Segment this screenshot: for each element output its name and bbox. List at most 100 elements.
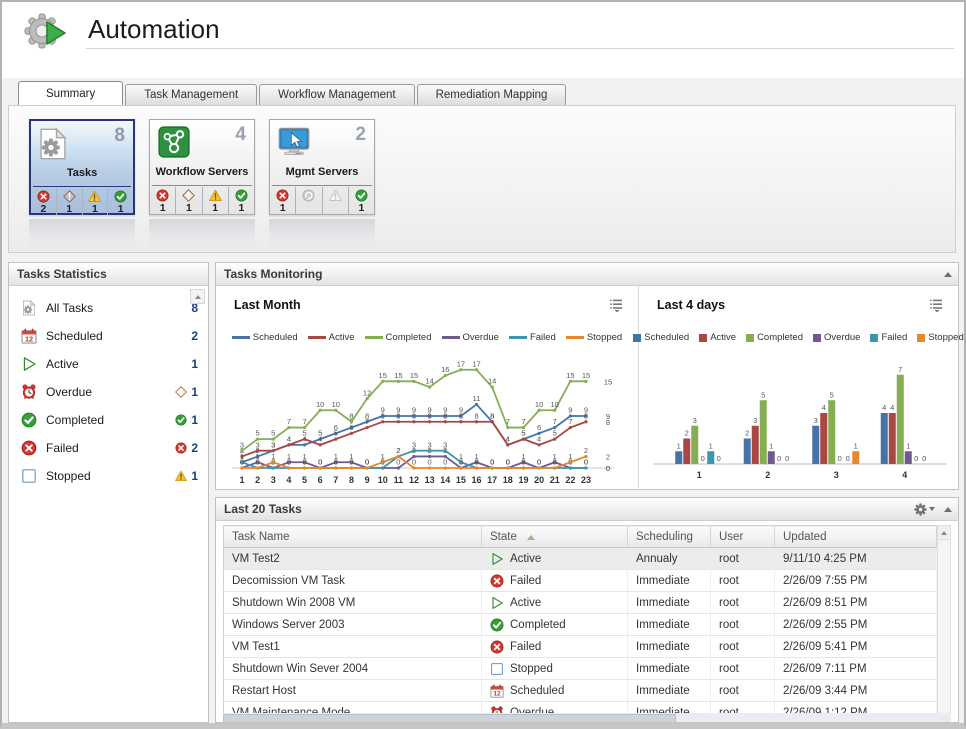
tasks-document-gear-icon [39, 127, 67, 161]
last-4-days-title: Last 4 days [657, 298, 725, 312]
mgmt-servers-card[interactable]: 2 Mgmt Servers 1 1 [269, 119, 375, 215]
table-row[interactable]: Shutdown Win 2008 VMActiveImmediateroot2… [224, 592, 937, 614]
warning-icon [209, 189, 222, 202]
sidebar-scroll-up-button[interactable] [190, 289, 205, 304]
table-horizontal-scrollbar[interactable] [223, 713, 951, 722]
legend-item: Completed [746, 332, 803, 343]
svg-text:0: 0 [349, 458, 353, 467]
table-settings-button[interactable] [914, 503, 935, 516]
user-cell: root [711, 658, 775, 680]
svg-text:8: 8 [459, 411, 463, 420]
scheduling-cell: Immediate [628, 658, 711, 680]
workflow-servers-card[interactable]: 4 Workflow Servers 1 1 1 1 [149, 119, 255, 215]
svg-text:0: 0 [777, 454, 781, 463]
svg-text:15: 15 [456, 475, 466, 485]
svg-text:5: 5 [553, 429, 557, 438]
chart-menu-icon[interactable] [608, 298, 624, 312]
svg-text:16: 16 [472, 475, 482, 485]
chart-menu-icon[interactable] [928, 298, 944, 312]
stat-item-active[interactable]: Active 1 [9, 350, 208, 378]
state-cell: Failed [482, 636, 628, 658]
table-row[interactable]: VM Test2ActiveAnnualyroot9/11/10 4:25 PM [224, 548, 937, 570]
tab-summary[interactable]: Summary [18, 81, 123, 106]
failed-badge-icon [175, 442, 187, 454]
stat-item-failed[interactable]: Failed 2 [9, 434, 208, 462]
svg-text:1: 1 [271, 452, 275, 461]
column-header-user[interactable]: User [711, 526, 775, 548]
stat-item-overdue[interactable]: Overdue 1 [9, 378, 208, 406]
scroll-up-icon [941, 531, 947, 535]
legend-item: Stopped [566, 332, 622, 343]
last-4-days-legend: ScheduledActiveCompletedOverdueFailedSto… [639, 332, 958, 343]
table-vertical-scrollbar[interactable] [937, 525, 951, 723]
collapse-panel-icon[interactable] [944, 272, 952, 277]
workflow-servers-count: 4 [235, 124, 246, 146]
updated-cell: 2/26/09 5:41 PM [775, 636, 937, 658]
svg-text:5: 5 [761, 390, 765, 399]
column-header-task-name[interactable]: Task Name [224, 526, 482, 548]
collapse-panel-icon[interactable] [944, 507, 952, 512]
legend-swatch [917, 334, 925, 342]
table-scroll-up-button[interactable] [938, 526, 950, 540]
stat-item-all-tasks[interactable]: All Tasks 8 [9, 294, 208, 322]
legend-swatch [746, 334, 754, 342]
legend-item: Scheduled [232, 332, 298, 343]
tasks-card[interactable]: 8 Tasks 2 1 1 1 [29, 119, 135, 215]
tab-task-management[interactable]: Task Management [125, 84, 257, 106]
table-row[interactable]: Decomission VM TaskFailedImmediateroot2/… [224, 570, 937, 592]
svg-text:6: 6 [318, 475, 323, 485]
warning-icon [88, 190, 101, 203]
svg-text:8: 8 [584, 411, 588, 420]
svg-text:8: 8 [428, 411, 432, 420]
svg-text:0: 0 [701, 454, 705, 463]
stat-item-stopped[interactable]: Stopped 1 [9, 462, 208, 490]
column-header-state[interactable]: State [482, 526, 628, 548]
tasks-table-body: VM Test2ActiveAnnualyroot9/11/10 4:25 PM… [224, 548, 937, 724]
scroll-up-icon [195, 295, 201, 299]
svg-text:8: 8 [443, 411, 447, 420]
card-reflection [149, 219, 255, 249]
svg-text:0: 0 [606, 464, 610, 473]
svg-text:4: 4 [537, 434, 541, 443]
svg-text:1: 1 [239, 475, 244, 485]
legend-swatch [813, 334, 821, 342]
table-row[interactable]: Restart Host12ScheduledImmediateroot2/26… [224, 680, 937, 702]
svg-text:7: 7 [333, 475, 338, 485]
tab-workflow-management[interactable]: Workflow Management [259, 84, 414, 106]
svg-text:7: 7 [521, 417, 525, 426]
column-header-updated[interactable]: Updated [775, 526, 937, 548]
task-name-cell: Windows Server 2003 [224, 614, 482, 636]
svg-text:3: 3 [412, 440, 416, 449]
stat-item-completed[interactable]: Completed 1 [9, 406, 208, 434]
scrollbar-thumb[interactable] [223, 714, 676, 723]
table-row[interactable]: VM Test1FailedImmediateroot2/26/09 5:41 … [224, 636, 937, 658]
scheduling-cell: Immediate [628, 570, 711, 592]
legend-item: Overdue [813, 332, 860, 343]
svg-text:15: 15 [379, 371, 387, 380]
svg-text:12: 12 [493, 690, 501, 697]
legend-swatch [870, 334, 878, 342]
tab-remediation-mapping[interactable]: Remediation Mapping [417, 84, 567, 106]
state-cell: Active [482, 548, 628, 570]
table-row[interactable]: Shutdown Win Sever 2004StoppedImmediater… [224, 658, 937, 680]
legend-label: Stopped [587, 332, 622, 343]
svg-text:0: 0 [584, 458, 588, 467]
state-cell: Failed [482, 570, 628, 592]
svg-text:0: 0 [412, 458, 416, 467]
workflow-failed-status: 1 [150, 187, 176, 214]
task-name-cell: Shutdown Win Sever 2004 [224, 658, 482, 680]
legend-swatch [365, 336, 383, 339]
table-row[interactable]: Windows Server 2003CompletedImmediateroo… [224, 614, 937, 636]
updated-cell: 2/26/09 3:44 PM [775, 680, 937, 702]
svg-text:0: 0 [553, 458, 557, 467]
column-header-scheduling[interactable]: Scheduling [628, 526, 711, 548]
stat-item-scheduled[interactable]: 12 Scheduled 2 [9, 322, 208, 350]
warning-muted-icon [329, 189, 342, 202]
last-20-tasks-header: Last 20 Tasks [216, 498, 958, 521]
svg-text:8: 8 [396, 411, 400, 420]
svg-text:2: 2 [745, 429, 749, 438]
last-4-days-bar-chart: 1123010223510033450014447100 [649, 348, 949, 482]
svg-text:3: 3 [753, 416, 757, 425]
automation-window: Automation Summary Task Management Workf… [0, 0, 966, 729]
legend-item: Failed [870, 332, 907, 343]
